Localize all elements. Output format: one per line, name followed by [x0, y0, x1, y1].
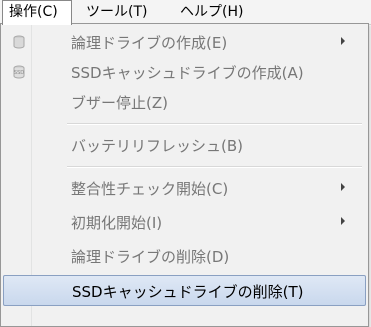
menu-item-label: ブザー停止(Z): [71, 94, 168, 112]
menu-separator: [67, 123, 362, 125]
menu-item-stop-buzzer[interactable]: ブザー停止(Z): [3, 87, 366, 117]
submenu-arrow-icon: [341, 183, 345, 191]
menu-item-label: バッテリリフレッシュ(B): [71, 137, 243, 155]
menu-help[interactable]: ヘルプ(H): [174, 0, 249, 24]
disk-icon: [11, 34, 27, 50]
menu-separator: [67, 166, 362, 168]
menu-item-start-consistency-check[interactable]: 整合性チェック開始(C): [3, 173, 366, 203]
menu-item-start-initialization[interactable]: 初期化開始(I): [3, 207, 366, 237]
menu-bar: 操作(C) ツール(T) ヘルプ(H): [0, 0, 371, 25]
menu-item-label: SSDキャッシュドライブの作成(A): [71, 64, 304, 82]
svg-text:SSD: SSD: [14, 70, 24, 76]
menu-item-label: 整合性チェック開始(C): [71, 180, 229, 198]
menu-item-delete-ssd-cache-drive[interactable]: SSDキャッシュドライブの削除(T): [3, 275, 366, 306]
menu-item-battery-refresh[interactable]: バッテリリフレッシュ(B): [3, 130, 366, 160]
menu-item-create-logical-drive[interactable]: 論理ドライブの作成(E): [3, 27, 366, 57]
menu-item-label: 論理ドライブの作成(E): [71, 34, 228, 52]
submenu-arrow-icon: [341, 217, 345, 225]
menu-item-create-ssd-cache-drive[interactable]: SSD SSDキャッシュドライブの作成(A): [3, 57, 366, 87]
menu-tools[interactable]: ツール(T): [80, 0, 153, 24]
menu-item-delete-logical-drive[interactable]: 論理ドライブの削除(D): [3, 241, 366, 271]
ssd-icon: SSD: [11, 64, 27, 80]
menu-item-label: 初期化開始(I): [71, 214, 163, 232]
menu-item-label: 論理ドライブの削除(D): [71, 248, 230, 266]
submenu-arrow-icon: [341, 37, 345, 45]
operation-dropdown-menu: 論理ドライブの作成(E) SSD SSDキャッシュドライブの作成(A) ブザー停…: [0, 23, 369, 327]
menu-item-label: SSDキャッシュドライブの削除(T): [72, 283, 304, 301]
menu-operation[interactable]: 操作(C): [2, 0, 72, 25]
